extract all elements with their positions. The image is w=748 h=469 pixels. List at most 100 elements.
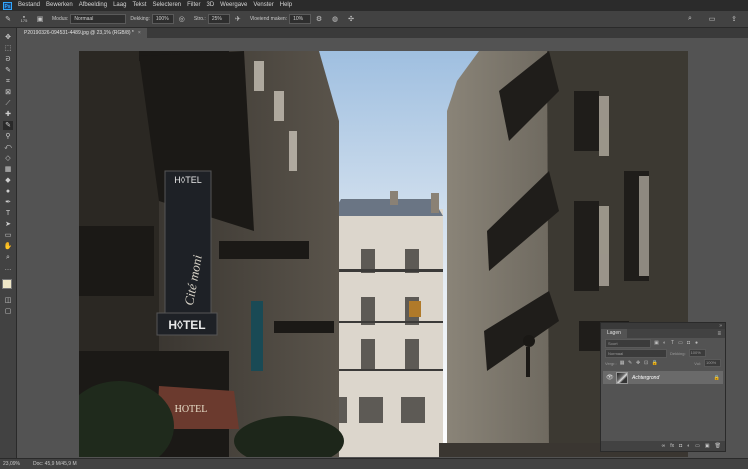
crop-tool-icon[interactable]: ⌗ [3,77,13,86]
delete-layer-icon[interactable]: 🗑 [715,443,721,449]
link-layers-icon[interactable]: ∞ [662,443,666,449]
screen-mode-icon[interactable]: ▢ [3,307,13,316]
center-roof [331,199,443,216]
menu-filter[interactable]: Filter [184,0,203,11]
status-bar: 23,09% Doc: 45,9 M/45,9 M [0,458,748,469]
pressure-size-icon[interactable]: ◍ [330,14,340,24]
adjustment-layer-icon[interactable]: ◐ [687,443,690,449]
new-layer-icon[interactable]: ▣ [705,443,710,449]
blend-mode-select[interactable]: Normaal [605,348,667,358]
mode-select[interactable]: Normaal [70,14,127,24]
lock-pixels-icon[interactable]: ✎ [628,360,633,366]
airbrush-icon[interactable]: ✈ [233,14,243,24]
menu-weergave[interactable]: Weergave [217,0,250,11]
workspace-icon[interactable]: ▭ [707,14,717,24]
document-tab[interactable]: P20190326-094531-4489.jpg @ 23,1% (RGB/8… [18,28,147,38]
share-icon[interactable]: ⇪ [729,14,739,24]
layers-panel: » Lagen ≡ Soort ▣ ◐ T ▭ ◘ ● Normaal Dekk… [600,322,726,452]
layer-filter-select[interactable]: Soort [605,338,651,348]
blend-row: Normaal Dekking: 100% [601,348,725,358]
menu-3d[interactable]: 3D [203,0,217,11]
collapse-panel-icon[interactable]: » [719,323,722,329]
menu-afbeelding[interactable]: Afbeelding [76,0,110,11]
menu-venster[interactable]: Venster [250,0,276,11]
layer-opacity-field[interactable]: 100% [688,349,706,357]
close-tab-icon[interactable]: × [138,30,141,36]
blur-tool-icon[interactable]: ◆ [3,176,13,185]
add-mask-icon[interactable]: ◘ [679,443,682,449]
new-group-icon[interactable]: ▭ [695,443,700,449]
lasso-tool-icon[interactable]: ᘐ [3,55,13,64]
quick-select-tool-icon[interactable]: ✎ [3,66,13,75]
lock-artboard-icon[interactable]: ⊡ [644,360,649,366]
more-tools-icon[interactable]: … [3,264,13,273]
brush-tool-icon-selected[interactable]: ✎ [3,121,13,130]
eyedropper-tool-icon[interactable]: ⟋ [3,99,13,108]
visibility-eye-icon[interactable]: 👁 [606,374,614,381]
clone-stamp-icon[interactable]: ⚲ [3,132,13,141]
gradient-tool-icon[interactable]: ▦ [3,165,13,174]
zoom-level[interactable]: 23,09% [0,461,33,467]
smoothing-settings-icon[interactable]: ⚙ [314,14,324,24]
document-canvas[interactable]: H◊TEL Cité moni H◊TEL HOTEL [79,51,688,457]
rectangle-tool-icon[interactable]: ▭ [3,231,13,240]
foreground-color-swatch[interactable] [2,279,12,289]
pressure-opacity-icon[interactable]: ◎ [177,14,187,24]
photoshop-logo[interactable]: Ps [3,1,12,10]
type-tool-icon[interactable]: T [3,209,13,218]
menu-selecteren[interactable]: Selecteren [149,0,184,11]
quick-mask-icon[interactable]: ◫ [3,296,13,305]
opacity-label: Dekking: [130,16,150,22]
search-icon[interactable]: ⌕ [685,14,695,24]
lock-all-icon[interactable]: 🔒 [652,360,658,366]
filter-smart-object-icon[interactable]: ◘ [686,340,691,346]
panel-tabs: Lagen ≡ [601,329,725,338]
color-swatches[interactable] [1,278,16,293]
layers-panel-footer: ∞ fx ◘ ◐ ▭ ▣ 🗑 [601,441,725,451]
dodge-tool-icon[interactable]: ● [3,187,13,196]
awning-text: HOTEL [175,404,208,415]
lock-transparency-icon[interactable]: ▦ [620,360,625,366]
panel-menu-icon[interactable]: ≡ [717,331,725,337]
menu-tekst[interactable]: Tekst [129,0,149,11]
healing-brush-icon[interactable]: ✚ [3,110,13,119]
opacity-field[interactable]: 100% [151,14,174,24]
filter-adjustment-icon[interactable]: ◐ [662,340,667,346]
brush-settings-icon[interactable]: ▣ [35,14,45,24]
brush-preset-picker-icon[interactable]: ● 175 [19,14,29,24]
brush-tool-icon[interactable]: ✎ [3,14,13,24]
eraser-tool-icon[interactable]: ◇ [3,154,13,163]
sign-bottom-text: H◊TEL [168,318,205,332]
layer-name[interactable]: Achtergrond [632,375,710,381]
menu-laag[interactable]: Laag [110,0,129,11]
sign-top-text: H◊TEL [174,175,201,185]
hand-tool-icon[interactable]: ✋ [3,242,13,251]
tab-layers[interactable]: Lagen [601,329,627,338]
layer-item-background[interactable]: 👁 Achtergrond 🔒 [603,371,723,384]
menu-bestand[interactable]: Bestand [15,0,43,11]
layer-opacity-label: Dekking: [670,350,686,356]
menu-help[interactable]: Help [277,0,295,11]
filter-type-icon[interactable]: T [670,340,675,346]
lock-row: Vergr.: ▦ ✎ ✥ ⊡ 🔒 Vul: 100% [601,358,725,368]
zoom-tool-icon[interactable]: ⌕ [3,253,13,262]
mode-label: Modus: [52,16,69,22]
pen-tool-icon[interactable]: ✒ [3,198,13,207]
history-brush-icon[interactable]: ⤺ [3,143,13,152]
flow-field[interactable]: 25% [207,14,230,24]
menu-bewerken[interactable]: Bewerken [43,0,76,11]
fill-field[interactable]: 100% [704,359,721,367]
menu-bar: Ps Bestand Bewerken Afbeelding Laag Teks… [0,0,748,11]
lock-position-icon[interactable]: ✥ [636,360,641,366]
path-select-tool-icon[interactable]: ➤ [3,220,13,229]
smoothing-field[interactable]: 10% [289,14,312,24]
marquee-tool-icon[interactable]: ⬚ [3,44,13,53]
frame-tool-icon[interactable]: ⊠ [3,88,13,97]
symmetry-icon[interactable]: ✣ [346,14,356,24]
layer-filter-row: Soort ▣ ◐ T ▭ ◘ ● [601,338,725,348]
filter-shape-icon[interactable]: ▭ [678,340,683,346]
filter-toggle-icon[interactable]: ● [694,340,699,346]
move-tool-icon[interactable]: ✥ [3,33,13,42]
filter-pixel-icon[interactable]: ▣ [654,340,659,346]
layer-style-icon[interactable]: fx [670,443,674,449]
